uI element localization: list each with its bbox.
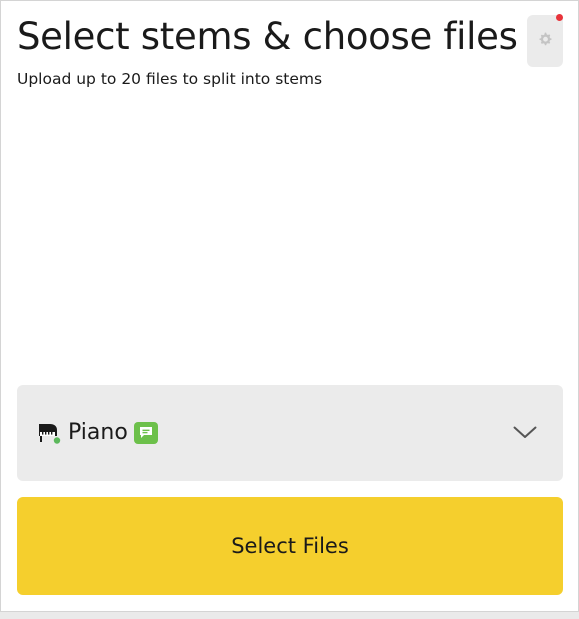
select-files-label: Select Files [231, 534, 349, 558]
stem-splitter-panel: Select stems & choose files Upload up to… [0, 0, 579, 612]
piano-icon [37, 421, 61, 445]
instrument-dropdown[interactable]: Piano [17, 385, 563, 481]
settings-button[interactable] [527, 15, 563, 67]
chevron-down-icon [513, 424, 537, 440]
page-title: Select stems & choose files [17, 15, 518, 58]
chat-badge-icon [134, 422, 158, 444]
gear-icon [537, 31, 553, 51]
page-subtitle: Upload up to 20 files to split into stem… [17, 70, 323, 88]
notification-dot [556, 14, 563, 21]
instrument-label: Piano [68, 420, 128, 445]
select-files-button[interactable]: Select Files [17, 497, 563, 595]
bottom-divider [0, 612, 579, 619]
